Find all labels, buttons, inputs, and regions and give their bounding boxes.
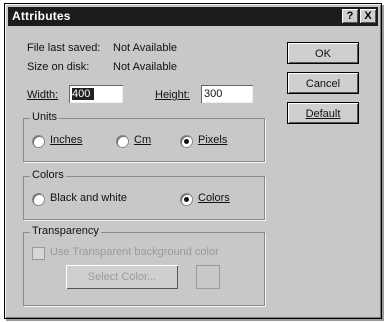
cancel-button[interactable]: Cancel — [287, 72, 359, 94]
radio-pixels-label[interactable]: Pixels — [198, 134, 227, 146]
colors-group-title: Colors — [30, 169, 66, 181]
transparent-bg-label[interactable]: Use Transparent background color — [50, 246, 219, 258]
size-on-disk-value: Not Available — [113, 61, 178, 73]
color-swatch[interactable] — [196, 265, 220, 289]
last-saved-value: Not Available — [113, 42, 178, 54]
radio-pixels[interactable] — [180, 135, 193, 148]
dialog-title: Attributes — [12, 9, 71, 23]
colors-group: Colors Black and white Colors — [23, 169, 265, 220]
transparent-bg-checkbox[interactable] — [32, 247, 45, 260]
units-group: Units Inches Cm Pixels — [23, 111, 265, 162]
units-group-title: Units — [30, 111, 60, 123]
width-input[interactable] — [69, 85, 123, 103]
radio-cm[interactable] — [116, 135, 129, 148]
width-field[interactable] — [69, 85, 123, 103]
help-button[interactable]: ? — [342, 9, 358, 23]
width-label: Width: — [27, 89, 59, 101]
title-bar: Attributes ? X — [8, 7, 378, 26]
transparency-group: Transparency Use Transparent background … — [23, 225, 265, 306]
radio-black-and-white[interactable] — [32, 193, 45, 206]
radio-cm-label[interactable]: Cm — [134, 134, 151, 146]
default-button[interactable]: Default — [287, 102, 359, 124]
height-label: Height: — [155, 89, 190, 101]
size-on-disk-label: Size on disk: — [27, 61, 90, 73]
radio-colors-label[interactable]: Colors — [198, 192, 230, 204]
height-input[interactable] — [201, 85, 253, 103]
attributes-dialog: Attributes ? X File last saved: Not Avai… — [4, 3, 382, 319]
last-saved-label: File last saved: — [27, 42, 101, 54]
height-field[interactable] — [201, 85, 253, 103]
select-color-button[interactable]: Select Color... — [66, 265, 178, 289]
radio-inches[interactable] — [32, 135, 45, 148]
radio-black-and-white-label[interactable]: Black and white — [50, 192, 127, 204]
radio-colors[interactable] — [180, 193, 193, 206]
ok-button[interactable]: OK — [287, 42, 359, 64]
radio-inches-label[interactable]: Inches — [50, 134, 82, 146]
close-button[interactable]: X — [360, 9, 376, 23]
transparency-group-title: Transparency — [30, 225, 101, 237]
